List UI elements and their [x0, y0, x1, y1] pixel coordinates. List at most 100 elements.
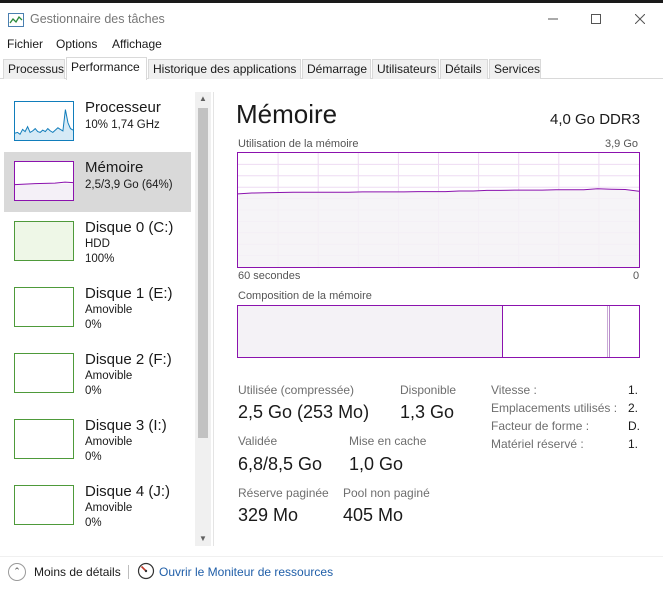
- sidebar-item-detail: 0%: [85, 319, 102, 331]
- sidebar-item-processeur[interactable]: Processeur 10% 1,74 GHz: [4, 92, 191, 152]
- usage-chart-time-right: 0: [633, 270, 640, 282]
- sidebar-item-detail: Amovible: [85, 370, 133, 382]
- stat-paged-value: 329 Mo: [238, 505, 299, 525]
- close-button[interactable]: [617, 9, 663, 31]
- footer-divider: [128, 565, 129, 579]
- sidebar-item-detail: Amovible: [85, 304, 133, 316]
- stat-available-value: 1,3 Go: [400, 402, 455, 422]
- composition-standby-segment[interactable]: [609, 306, 639, 357]
- detail-slots-value: 2.: [628, 401, 639, 415]
- stat-committed-label: Validée: [238, 434, 278, 448]
- scroll-down-arrow-icon[interactable]: ▼: [195, 532, 211, 546]
- detail-form-factor-label: Facteur de forme :: [491, 419, 590, 433]
- tab-services[interactable]: Services: [489, 59, 541, 79]
- detail-reserved-label: Matériel réservé :: [491, 437, 584, 451]
- sidebar-item-disque-4[interactable]: Disque 4 (J:) Amovible 0%: [4, 476, 191, 536]
- detail-reserved-value: 1.: [628, 437, 639, 451]
- sidebar-scrollbar[interactable]: ▲ ▼: [195, 92, 211, 546]
- usage-chart-max-label: 3,9 Go: [605, 138, 639, 150]
- detail-form-factor-value: D.: [628, 419, 640, 433]
- sidebar-item-label: Disque 0 (C:): [85, 219, 174, 236]
- memory-usage-chart: [237, 152, 640, 268]
- minimize-icon: [548, 18, 558, 20]
- scroll-up-arrow-icon[interactable]: ▲: [195, 92, 211, 106]
- disk-thumbnail-graph: [14, 419, 74, 459]
- composition-chart-label: Composition de la mémoire: [238, 290, 372, 302]
- resource-sidebar: Processeur 10% 1,74 GHz Mémoire 2,5/3,9 …: [0, 92, 212, 546]
- close-icon: [634, 13, 646, 25]
- composition-modified-segment[interactable]: [504, 306, 608, 357]
- tab-utilisateurs[interactable]: Utilisateurs: [372, 59, 439, 79]
- disk-thumbnail-graph: [14, 287, 74, 327]
- scroll-thumb[interactable]: [198, 108, 208, 438]
- menu-bar: Fichier Options Affichage: [0, 35, 663, 55]
- tab-historique[interactable]: Historique des applications: [148, 59, 301, 79]
- sidebar-item-memoire[interactable]: Mémoire 2,5/3,9 Go (64%): [4, 152, 191, 212]
- detail-slots-label: Emplacements utilisés :: [491, 401, 618, 415]
- stat-nonpaged-label: Pool non paginé: [343, 486, 430, 500]
- menu-fichier[interactable]: Fichier: [7, 37, 43, 51]
- sidebar-item-detail: 2,5/3,9 Go (64%): [85, 179, 173, 191]
- stat-used-label: Utilisée (compressée): [238, 383, 355, 397]
- tab-details[interactable]: Détails: [440, 59, 488, 79]
- task-manager-icon: [8, 13, 24, 27]
- usage-chart-label: Utilisation de la mémoire: [238, 138, 359, 150]
- memory-thumbnail-graph: [14, 161, 74, 201]
- sidebar-item-detail: 100%: [85, 253, 115, 265]
- sidebar-item-disque-0[interactable]: Disque 0 (C:) HDD 100%: [4, 212, 191, 272]
- detail-speed-value: 1.: [628, 383, 639, 397]
- disk-thumbnail-graph: [14, 485, 74, 525]
- chevron-up-icon[interactable]: ⌃: [8, 563, 26, 581]
- tab-performance[interactable]: Performance: [66, 57, 147, 80]
- memory-usage-area: [238, 188, 639, 267]
- sidebar-item-detail: HDD: [85, 238, 110, 250]
- memory-thumbnail-area: [15, 183, 73, 200]
- window-title: Gestionnaire des tâches: [30, 12, 165, 26]
- open-resource-monitor-link[interactable]: Ouvrir le Moniteur de ressources: [159, 565, 333, 579]
- title-bar: Gestionnaire des tâches: [0, 0, 663, 34]
- sidebar-item-disque-1[interactable]: Disque 1 (E:) Amovible 0%: [4, 278, 191, 338]
- sidebar-item-label: Processeur: [85, 99, 161, 116]
- sidebar-item-label: Disque 2 (F:): [85, 351, 172, 368]
- detail-speed-label: Vitesse :: [491, 383, 537, 397]
- maximize-button[interactable]: [573, 9, 619, 31]
- menu-affichage[interactable]: Affichage: [112, 37, 162, 51]
- sidebar-item-label: Mémoire: [85, 159, 144, 176]
- panel-divider: [213, 92, 214, 546]
- stat-used-value: 2,5 Go (253 Mo): [238, 402, 370, 422]
- cpu-thumbnail-graph: [14, 101, 74, 141]
- disk-thumbnail-graph: [14, 353, 74, 393]
- sidebar-item-disque-2[interactable]: Disque 2 (F:) Amovible 0%: [4, 344, 191, 404]
- disk-thumbnail-graph: [14, 221, 74, 261]
- cpu-thumbnail-area: [15, 109, 73, 140]
- sidebar-item-detail: 0%: [85, 451, 102, 463]
- sidebar-item-disque-3[interactable]: Disque 3 (I:) Amovible 0%: [4, 410, 191, 470]
- sidebar-item-detail: Amovible: [85, 436, 133, 448]
- less-details-button[interactable]: Moins de détails: [34, 565, 121, 579]
- stat-nonpaged-value: 405 Mo: [343, 505, 404, 525]
- footer-bar: ⌃ Moins de détails Ouvrir le Moniteur de…: [0, 556, 663, 586]
- usage-chart-time-left: 60 secondes: [238, 270, 301, 282]
- maximize-icon: [591, 14, 601, 24]
- memory-spec: 4,0 Go DDR3: [550, 111, 641, 128]
- sidebar-item-detail: Amovible: [85, 502, 133, 514]
- tab-demarrage[interactable]: Démarrage: [302, 59, 371, 79]
- stat-cached-label: Mise en cache: [349, 434, 427, 448]
- sidebar-item-label: Disque 4 (J:): [85, 483, 171, 500]
- resource-monitor-icon[interactable]: [137, 562, 155, 580]
- sidebar-item-label: Disque 1 (E:): [85, 285, 173, 302]
- stat-available-label: Disponible: [400, 383, 457, 397]
- menu-options[interactable]: Options: [56, 37, 97, 51]
- memory-composition-chart: [237, 305, 640, 358]
- sidebar-item-detail: 10% 1,74 GHz: [85, 119, 160, 131]
- stat-paged-label: Réserve paginée: [238, 486, 329, 500]
- sidebar-item-detail: 0%: [85, 517, 102, 529]
- composition-in-use-segment[interactable]: [238, 306, 503, 357]
- page-title: Mémoire: [236, 99, 338, 129]
- sidebar-item-detail: 0%: [85, 385, 102, 397]
- stat-committed-value: 6,8/8,5 Go: [238, 454, 323, 474]
- tab-bar: Processus Performance Historique des app…: [0, 57, 663, 80]
- minimize-button[interactable]: [530, 9, 576, 31]
- sidebar-item-label: Disque 3 (I:): [85, 417, 167, 434]
- tab-processus[interactable]: Processus: [3, 59, 65, 79]
